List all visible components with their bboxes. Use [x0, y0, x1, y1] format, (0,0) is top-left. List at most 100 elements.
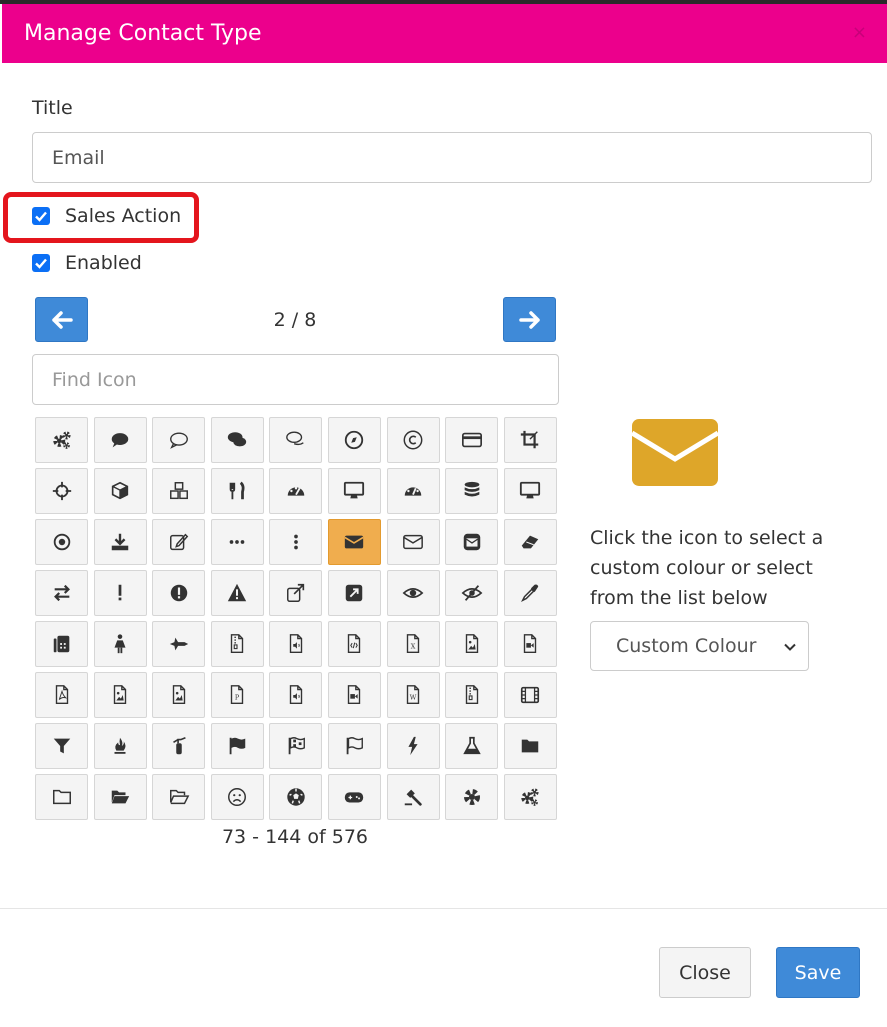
envelope-icon[interactable] [632, 419, 718, 486]
icon-option-fax[interactable] [35, 621, 88, 667]
icon-option-flag-checkered[interactable] [269, 723, 323, 769]
enabled-checkbox-row[interactable]: Enabled [32, 252, 142, 274]
credit-card-icon [461, 432, 482, 448]
icon-option-tachometer[interactable] [386, 468, 440, 514]
title-input[interactable]: Email [32, 132, 872, 183]
icon-option-flash[interactable] [386, 723, 440, 769]
tachometer-icon [404, 487, 422, 496]
icon-option-comments-o[interactable] [269, 417, 323, 463]
sales-action-checkbox-row[interactable]: Sales Action [32, 205, 181, 227]
icon-option-crop[interactable] [503, 417, 557, 463]
icon-option-gears[interactable] [503, 774, 557, 820]
icon-option-ellipsis-h[interactable] [210, 519, 264, 565]
icon-option-envelope-square[interactable] [445, 519, 499, 565]
envelope-square-icon [463, 533, 480, 551]
icon-option-ellipsis-v[interactable] [269, 519, 323, 565]
enabled-checkbox[interactable] [32, 254, 50, 272]
icon-option-eyedropper[interactable] [503, 570, 557, 616]
icon-option-flag[interactable] [210, 723, 264, 769]
colour-select[interactable]: Custom Colour [590, 621, 809, 671]
icon-option-folder-o[interactable] [35, 774, 88, 820]
icon-option-gear[interactable] [445, 774, 499, 820]
icon-option-desktop[interactable] [327, 468, 381, 514]
title-label: Title [32, 97, 73, 119]
icon-option-credit-card[interactable] [445, 417, 499, 463]
icon-option-file-powerpoint-o[interactable]: P [210, 672, 264, 718]
icon-option-folder-open-o[interactable] [152, 774, 206, 820]
icon-option-female[interactable] [93, 621, 147, 667]
icon-option-cogs[interactable] [35, 417, 88, 463]
icon-option-folder[interactable] [503, 723, 557, 769]
icon-option-fighter-jet[interactable] [152, 621, 206, 667]
icon-option-crosshairs[interactable] [35, 468, 88, 514]
footer-divider [0, 908, 887, 909]
icon-option-database[interactable] [445, 468, 499, 514]
icon-option-file-sound-o[interactable] [269, 672, 323, 718]
icon-option-cutlery[interactable] [210, 468, 264, 514]
icon-option-file-picture-o[interactable] [152, 672, 206, 718]
icon-option-folder-open[interactable] [93, 774, 147, 820]
file-powerpoint-o-icon: P [231, 685, 244, 704]
file-archive-o-icon [231, 634, 244, 653]
icon-option-file-audio-o[interactable] [269, 621, 323, 667]
icon-option-comment[interactable] [93, 417, 147, 463]
icon-option-envelope-o[interactable] [386, 519, 440, 565]
next-page-button[interactable] [503, 297, 556, 342]
dashboard-icon [287, 487, 305, 496]
icon-option-fire[interactable] [93, 723, 147, 769]
icon-option-flag-o[interactable] [327, 723, 381, 769]
icon-option-file-archive-o[interactable] [210, 621, 264, 667]
icon-option-file-pdf-o[interactable] [35, 672, 88, 718]
eye-icon [402, 588, 424, 598]
icon-option-file-excel-o[interactable]: X [386, 621, 440, 667]
icon-option-filter[interactable] [35, 723, 88, 769]
sales-action-checkbox[interactable] [32, 207, 50, 225]
file-movie-o-icon [524, 634, 537, 653]
find-icon-input[interactable]: Find Icon [32, 354, 559, 405]
file-sound-o-icon [289, 685, 303, 704]
icon-option-frown-o[interactable] [210, 774, 264, 820]
icon-option-dashboard[interactable] [269, 468, 323, 514]
prev-page-button[interactable] [35, 297, 88, 342]
icon-option-cubes[interactable] [152, 468, 206, 514]
icon-option-file-code-o[interactable] [327, 621, 381, 667]
icon-option-file-photo-o[interactable] [93, 672, 147, 718]
icon-option-download[interactable] [93, 519, 147, 565]
icon-option-exclamation-triangle[interactable] [210, 570, 264, 616]
icon-option-file-word-o[interactable]: W [386, 672, 440, 718]
comment-o-icon [169, 432, 188, 449]
icon-option-copyright[interactable] [386, 417, 440, 463]
icon-option-edit[interactable] [152, 519, 206, 565]
icon-option-exclamation[interactable] [93, 570, 147, 616]
icon-option-eye[interactable] [386, 570, 440, 616]
close-icon[interactable]: × [852, 22, 867, 43]
icon-option-flask[interactable] [445, 723, 499, 769]
icon-option-film[interactable] [503, 672, 557, 718]
close-button[interactable]: Close [659, 947, 751, 998]
icon-option-file-image-o[interactable] [445, 621, 499, 667]
icon-option-futbol-o[interactable] [269, 774, 323, 820]
icon-option-compass[interactable] [327, 417, 381, 463]
icon-option-gamepad[interactable] [327, 774, 381, 820]
icon-option-file-movie-o[interactable] [503, 621, 557, 667]
icon-option-comments[interactable] [210, 417, 264, 463]
icon-option-fire-extinguisher[interactable] [152, 723, 206, 769]
icon-option-cube[interactable] [93, 468, 147, 514]
icon-option-envelope[interactable] [327, 519, 381, 565]
envelope-icon [344, 535, 365, 549]
icon-option-dot-circle-o[interactable] [35, 519, 88, 565]
icon-option-exchange[interactable] [35, 570, 88, 616]
icon-option-file-video-o[interactable] [327, 672, 381, 718]
icon-option-external-link[interactable] [269, 570, 323, 616]
icon-option-external-link-square[interactable] [327, 570, 381, 616]
icon-option-file-zip-o[interactable] [445, 672, 499, 718]
icon-option-exclamation-circle[interactable] [152, 570, 206, 616]
icon-option-comment-o[interactable] [152, 417, 206, 463]
icon-option-eraser[interactable] [503, 519, 557, 565]
icon-option-desktop-alt[interactable] [503, 468, 557, 514]
film-icon [521, 686, 540, 704]
icon-option-eye-slash[interactable] [445, 570, 499, 616]
dialog-title: Manage Contact Type [24, 21, 262, 46]
save-button[interactable]: Save [776, 947, 860, 998]
icon-option-gavel[interactable] [386, 774, 440, 820]
